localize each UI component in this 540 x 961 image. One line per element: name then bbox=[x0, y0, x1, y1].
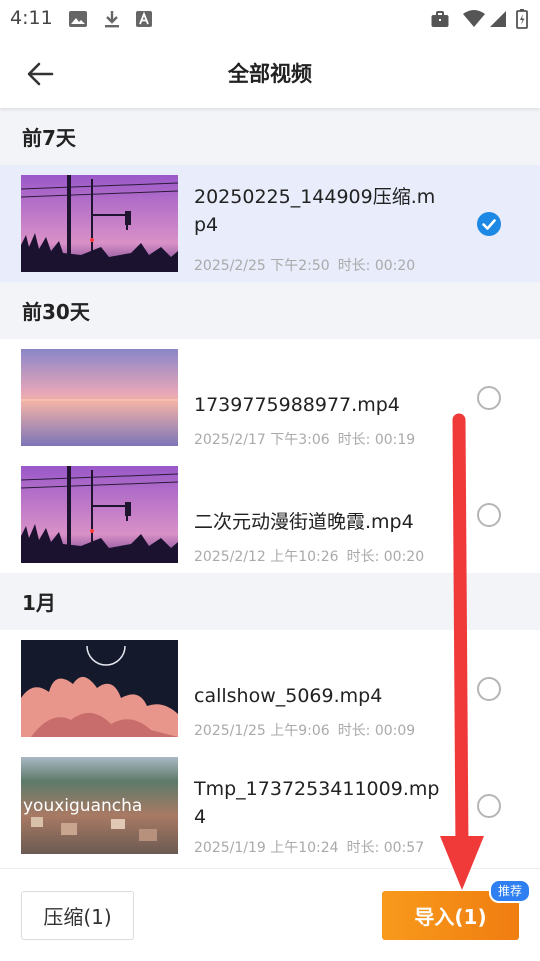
video-date: 2025/2/17 下午3:06 bbox=[194, 432, 330, 448]
video-item[interactable]: youxiguancha Tmp_1737253411009.mp4 2025/… bbox=[0, 747, 540, 864]
page-title: 全部视频 bbox=[228, 62, 312, 86]
briefcase-icon bbox=[431, 11, 449, 27]
signal-icon bbox=[490, 11, 506, 27]
video-date: 2025/1/19 上午10:24 bbox=[194, 840, 339, 856]
battery-icon bbox=[516, 9, 528, 29]
status-bar: 4:11 bbox=[0, 0, 540, 38]
check-icon bbox=[482, 219, 496, 230]
video-duration: 时长: 00:20 bbox=[337, 258, 416, 274]
video-meta: 2025/1/25 上午9:06 时长: 00:09 bbox=[194, 720, 415, 740]
video-item[interactable]: 20250225_144909压缩.mp4 2025/2/25 下午2:50 时长… bbox=[0, 165, 540, 282]
video-meta: 2025/2/12 上午10:26 时长: 00:20 bbox=[194, 546, 424, 566]
select-checkbox[interactable] bbox=[477, 677, 501, 701]
video-thumbnail: youxiguancha bbox=[21, 757, 178, 854]
video-item[interactable]: 二次元动漫街道晚霞.mp4 2025/2/12 上午10:26 时长: 00:20 bbox=[0, 456, 540, 573]
font-icon bbox=[136, 11, 152, 27]
select-checkbox[interactable] bbox=[477, 503, 501, 527]
select-checkbox[interactable] bbox=[477, 212, 501, 236]
video-duration: 时长: 00:57 bbox=[346, 840, 425, 856]
video-thumbnail bbox=[21, 175, 178, 272]
select-checkbox[interactable] bbox=[477, 794, 501, 818]
video-meta: 2025/2/17 下午3:06 时长: 00:19 bbox=[194, 429, 415, 449]
wifi-icon bbox=[463, 10, 485, 27]
recommend-badge: 推荐 bbox=[489, 879, 532, 903]
section-header: 前7天 bbox=[0, 108, 540, 165]
video-date: 2025/2/25 下午2:50 bbox=[194, 258, 330, 274]
download-icon bbox=[105, 11, 119, 28]
section-header: 1月 bbox=[0, 573, 540, 630]
status-time: 4:11 bbox=[10, 7, 53, 29]
video-name: 二次元动漫街道晚霞.mp4 bbox=[194, 511, 414, 533]
video-thumbnail bbox=[21, 349, 178, 446]
image-icon bbox=[69, 11, 87, 27]
video-list[interactable]: 前7天 20250225_144909压缩.mp4 2025/2/25 下午2:… bbox=[0, 108, 540, 868]
video-date: 2025/1/25 上午9:06 bbox=[194, 723, 330, 739]
compress-button[interactable]: 压缩(1) bbox=[21, 891, 134, 940]
video-date: 2025/2/12 上午10:26 bbox=[194, 549, 339, 565]
video-name: 1739775988977.mp4 bbox=[194, 394, 400, 416]
video-duration: 时长: 00:20 bbox=[346, 549, 425, 565]
video-name: 20250225_144909压缩.mp4 bbox=[194, 186, 436, 236]
bottom-bar: 压缩(1) 导入(1) 推荐 bbox=[0, 868, 540, 961]
video-name: Tmp_1737253411009.mp4 bbox=[194, 778, 440, 828]
video-meta: 2025/2/25 下午2:50 时长: 00:20 bbox=[194, 255, 415, 275]
section-header: 前30天 bbox=[0, 282, 540, 339]
select-checkbox[interactable] bbox=[477, 386, 501, 410]
video-item[interactable]: 1739775988977.mp4 2025/2/17 下午3:06 时长: 00… bbox=[0, 339, 540, 456]
video-thumbnail bbox=[21, 466, 178, 563]
app-header: 全部视频 bbox=[0, 38, 540, 108]
video-duration: 时长: 00:19 bbox=[337, 432, 416, 448]
video-duration: 时长: 00:09 bbox=[337, 723, 416, 739]
video-meta: 2025/1/19 上午10:24 时长: 00:57 bbox=[194, 837, 424, 857]
video-name: callshow_5069.mp4 bbox=[194, 685, 383, 707]
video-thumbnail bbox=[21, 640, 178, 737]
video-item[interactable]: callshow_5069.mp4 2025/1/25 上午9:06 时长: 00… bbox=[0, 630, 540, 747]
thumbnail-watermark: youxiguancha bbox=[23, 796, 142, 816]
